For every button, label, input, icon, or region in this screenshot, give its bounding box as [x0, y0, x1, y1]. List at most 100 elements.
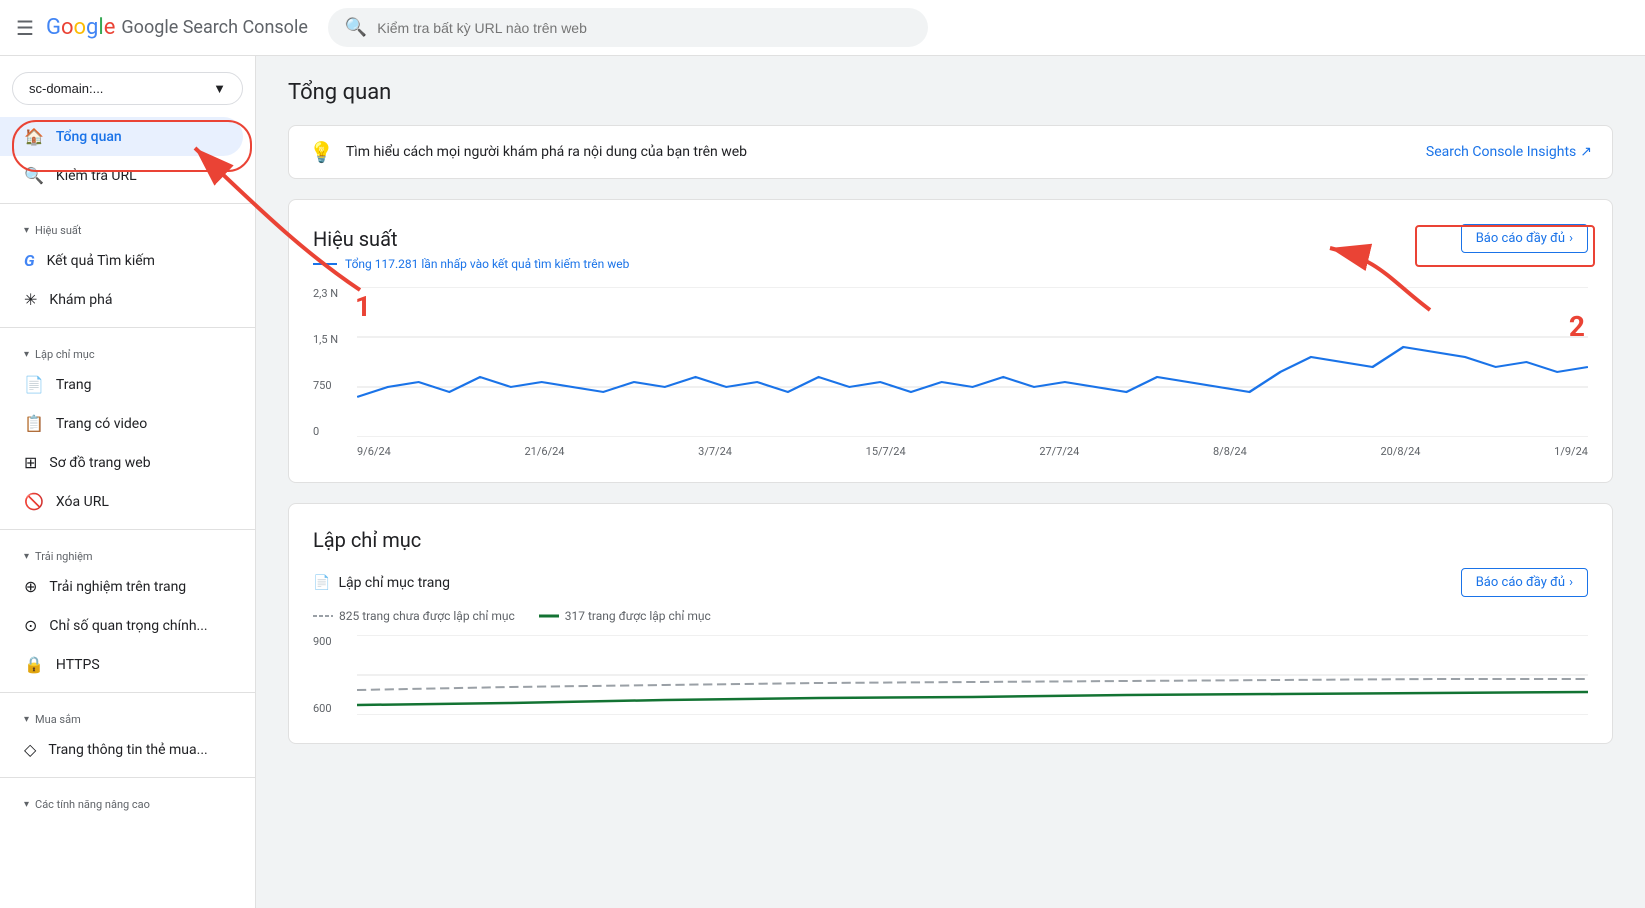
- x-label-8: 1/9/24: [1554, 445, 1588, 458]
- sidebar-item-kham-pha[interactable]: ✳ Khám phá: [0, 280, 243, 319]
- sidebar-item-label: Kiểm tra URL: [56, 168, 137, 184]
- x-label-4: 15/7/24: [866, 445, 906, 458]
- legend-item-indexed: 317 trang được lập chỉ mục: [539, 609, 711, 623]
- indexing-sub-label: Lập chỉ mục trang: [338, 575, 450, 591]
- sidebar-item-kiem-tra-url[interactable]: 🔍 Kiểm tra URL: [0, 156, 243, 195]
- remove-url-icon: 🚫: [24, 492, 44, 511]
- indexing-report-label: Báo cáo đầy đủ: [1476, 575, 1565, 590]
- topbar: ☰ Google Google Search Console 🔍: [0, 0, 1645, 56]
- legend-label-unindexed: 825 trang chưa được lập chỉ mục: [339, 609, 515, 623]
- divider-1: [0, 203, 255, 204]
- indexing-legend: 825 trang chưa được lập chỉ mục 317 tran…: [313, 609, 1588, 623]
- divider-3: [0, 529, 255, 530]
- indexing-y-axis: 900 600: [313, 635, 349, 719]
- section-label: Các tính năng nâng cao: [35, 798, 150, 811]
- section-mua-sam[interactable]: ▾ Mua sắm: [0, 701, 255, 730]
- sidebar-item-label: Xóa URL: [56, 494, 109, 510]
- sidebar-item-label: Trang có video: [56, 416, 147, 432]
- section-label: Mua sắm: [35, 713, 81, 726]
- indexing-title: Lập chỉ mục: [313, 528, 1588, 552]
- vitals-icon: ⊙: [24, 616, 37, 635]
- search-icon: 🔍: [24, 166, 44, 185]
- lock-icon: 🔒: [24, 655, 44, 674]
- indexing-subheader: 📄 Lập chỉ mục trang Báo cáo đầy đủ ›: [313, 568, 1588, 597]
- chevron-icon: ▾: [24, 799, 29, 810]
- sidebar-item-label: Trải nghiệm trên trang: [49, 579, 186, 595]
- sidebar-item-https[interactable]: 🔒 HTTPS: [0, 645, 243, 684]
- external-link-icon: ↗: [1580, 144, 1592, 160]
- google-icon: G: [24, 251, 35, 270]
- chevron-icon: ▾: [24, 551, 29, 562]
- sidebar-item-label: Chỉ số quan trọng chính...: [49, 618, 207, 634]
- sidebar-item-trang[interactable]: 📄 Trang: [0, 365, 243, 404]
- legend-line-gray-svg: [313, 611, 333, 621]
- sidebar-item-xoa-url[interactable]: 🚫 Xóa URL: [0, 482, 243, 521]
- y-label-4: 0: [313, 425, 349, 438]
- video-page-icon: 📋: [24, 414, 44, 433]
- performance-report-link[interactable]: Báo cáo đầy đủ ›: [1461, 224, 1588, 253]
- indexing-chart-wrapper: 900 600: [313, 635, 1588, 719]
- performance-chart-wrapper: 2,3 N 1,5 N 750 0: [313, 287, 1588, 458]
- divider-4: [0, 692, 255, 693]
- report-link-label: Báo cáo đầy đủ: [1476, 231, 1565, 246]
- x-label-2: 21/6/24: [524, 445, 564, 458]
- sidebar-item-trai-nghiem-tren-trang[interactable]: ⊕ Trải nghiệm trên trang: [0, 567, 243, 606]
- sidebar-item-label: Trang thông tin thẻ mua...: [48, 742, 207, 758]
- sidebar-item-label: Sơ đồ trang web: [49, 455, 150, 471]
- indexing-chart-svg: [357, 635, 1588, 715]
- performance-title: Hiệu suất: [313, 227, 398, 251]
- sidebar-item-tong-quan[interactable]: 🏠 Tổng quan: [0, 117, 243, 156]
- app-logo: Google Google Search Console: [46, 15, 308, 40]
- y-label-3: 750: [313, 379, 349, 392]
- search-bar[interactable]: 🔍: [328, 8, 928, 47]
- chevron-icon: ▾: [24, 349, 29, 360]
- performance-chart-svg: [357, 287, 1588, 437]
- chevron-icon: ▾: [24, 714, 29, 725]
- indexing-sub-left: 📄 Lập chỉ mục trang: [313, 575, 450, 591]
- y-label-1: 2,3 N: [313, 287, 349, 300]
- legend-label-indexed: 317 trang được lập chỉ mục: [565, 609, 711, 623]
- sidebar-item-chi-so[interactable]: ⊙ Chỉ số quan trọng chính...: [0, 606, 243, 645]
- x-axis: 9/6/24 21/6/24 3/7/24 15/7/24 27/7/24 8/…: [357, 445, 1588, 458]
- home-icon: 🏠: [24, 127, 44, 146]
- layout: sc-domain:... ▼ 🏠 Tổng quan 🔍 Kiểm tra U…: [0, 56, 1645, 908]
- search-input[interactable]: [377, 20, 911, 36]
- section-lap-chi-muc[interactable]: ▾ Lập chỉ mục: [0, 336, 255, 365]
- section-cac-tinh-nang[interactable]: ▾ Các tính năng nâng cao: [0, 786, 255, 815]
- chevron-down-icon: ▼: [213, 81, 226, 96]
- property-selector[interactable]: sc-domain:... ▼: [12, 72, 243, 105]
- info-banner-left: 💡 Tìm hiểu cách mọi người khám phá ra nộ…: [309, 140, 747, 164]
- chevron-right-icon: ›: [1569, 575, 1573, 590]
- sidebar-property[interactable]: sc-domain:... ▼: [12, 72, 243, 105]
- page-icon: 📄: [24, 375, 44, 394]
- y-label-900: 900: [313, 635, 349, 648]
- section-trai-nghiem[interactable]: ▾ Trải nghiệm: [0, 538, 255, 567]
- y-axis: 2,3 N 1,5 N 750 0: [313, 287, 349, 458]
- section-label: Hiệu suất: [35, 224, 81, 237]
- sidebar-item-trang-thong-tin[interactable]: ◇ Trang thông tin thẻ mua...: [0, 730, 243, 769]
- info-banner-text: Tìm hiểu cách mọi người khám phá ra nội …: [346, 144, 747, 160]
- menu-icon[interactable]: ☰: [16, 16, 34, 40]
- app-name-label: Google Search Console: [121, 17, 307, 38]
- sidebar-item-ket-qua-tim-kiem[interactable]: G Kết quả Tìm kiếm: [0, 241, 243, 280]
- sidebar-item-so-do-trang-web[interactable]: ⊞ Sơ đồ trang web: [0, 443, 243, 482]
- performance-header: Hiệu suất Báo cáo đầy đủ ›: [313, 224, 1588, 253]
- indexing-card: Lập chỉ mục 📄 Lập chỉ mục trang Báo cáo …: [288, 503, 1613, 744]
- performance-subtitle: Tổng 117.281 lần nhấp vào kết quả tìm ki…: [313, 257, 1588, 271]
- section-hieu-suat[interactable]: ▾ Hiệu suất: [0, 212, 255, 241]
- subtitle-text: Tổng 117.281 lần nhấp vào kết quả tìm ki…: [345, 257, 629, 271]
- insights-link-label: Search Console Insights: [1426, 144, 1576, 160]
- legend-item-unindexed: 825 trang chưa được lập chỉ mục: [313, 609, 515, 623]
- chevron-right-icon: ›: [1569, 231, 1573, 246]
- x-label-1: 9/6/24: [357, 445, 391, 458]
- divider-2: [0, 327, 255, 328]
- experience-icon: ⊕: [24, 577, 37, 596]
- x-label-7: 20/8/24: [1380, 445, 1420, 458]
- search-console-insights-link[interactable]: Search Console Insights ↗: [1426, 144, 1592, 160]
- main-content: Tổng quan 💡 Tìm hiểu cách mọi người khám…: [256, 56, 1645, 908]
- merchant-icon: ◇: [24, 740, 36, 759]
- sidebar-item-trang-co-video[interactable]: 📋 Trang có video: [0, 404, 243, 443]
- y-label-2: 1,5 N: [313, 333, 349, 346]
- chevron-icon: ▾: [24, 225, 29, 236]
- indexing-report-link[interactable]: Báo cáo đầy đủ ›: [1461, 568, 1588, 597]
